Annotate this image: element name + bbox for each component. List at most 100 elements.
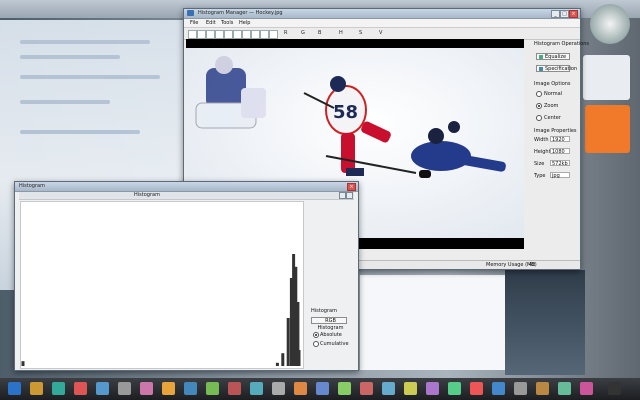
app-icon-18[interactable]	[426, 382, 439, 395]
main-title-bar[interactable]: Histogram Manager — Hockey.jpg _ □ ×	[184, 9, 580, 19]
app-icon-4[interactable]	[118, 382, 131, 395]
image-properties-heading: Image Properties	[534, 128, 577, 134]
maximize-button[interactable]: □	[560, 10, 569, 18]
histogram-bar	[286, 318, 290, 366]
rotate-icon[interactable]	[251, 30, 260, 39]
memory-usage-value: 42	[529, 262, 536, 268]
app-icon-16[interactable]	[382, 382, 395, 395]
channel-b-button[interactable]: B	[318, 30, 321, 36]
app-icon	[187, 10, 194, 16]
rgb-histogram-button[interactable]: RGB Histogram	[311, 317, 347, 331]
type-field: jpg	[550, 172, 570, 179]
explorer-icon[interactable]	[30, 382, 43, 395]
app-icon-12[interactable]	[294, 382, 307, 395]
minimize-button[interactable]: _	[551, 10, 560, 18]
app-icon-9[interactable]	[228, 382, 241, 395]
start-icon[interactable]	[8, 382, 21, 395]
channel-h-button[interactable]: H	[339, 30, 343, 36]
app-icon-10[interactable]	[250, 382, 263, 395]
histogram-window: Histogram × Histogram Histogram RGB Hist…	[14, 181, 359, 371]
width-field: 1920	[550, 136, 570, 143]
taskbar	[0, 378, 640, 400]
app-icon-1[interactable]	[52, 382, 65, 395]
app-icon-2[interactable]	[74, 382, 87, 395]
background-white-panel	[360, 275, 505, 370]
histogram-bar	[21, 361, 25, 366]
cumulative-label: Cumulative	[320, 341, 349, 347]
menu-edit[interactable]: Edit	[206, 20, 216, 26]
type-label: Type	[534, 173, 546, 179]
menu-help[interactable]: Help	[239, 20, 250, 26]
app-icon-24[interactable]	[558, 382, 571, 395]
specification-icon	[539, 67, 543, 71]
open-icon[interactable]	[188, 30, 197, 39]
height-label: Height	[534, 149, 551, 155]
print-icon[interactable]	[206, 30, 215, 39]
grayscale-icon[interactable]	[242, 30, 251, 39]
app-icon-3[interactable]	[96, 382, 109, 395]
histogram-close-button[interactable]: ×	[347, 183, 356, 191]
app-icon-8[interactable]	[206, 382, 219, 395]
channel-r-button[interactable]: R	[284, 30, 287, 36]
panel-close-button[interactable]	[346, 192, 353, 199]
histogram-operations-heading: Histogram Operations	[534, 41, 590, 47]
weather-gadget	[583, 55, 630, 100]
equalize-button[interactable]: Equalize	[536, 53, 570, 60]
absolute-radio[interactable]	[313, 332, 319, 338]
menu-tools[interactable]: Tools	[221, 20, 233, 26]
flip-icon[interactable]	[260, 30, 269, 39]
invert-icon[interactable]	[269, 30, 278, 39]
system-tray-icon[interactable]	[608, 382, 621, 395]
app-icon-6[interactable]	[162, 382, 175, 395]
paste-icon[interactable]	[224, 30, 233, 39]
histogram-title-bar[interactable]: Histogram ×	[15, 182, 358, 192]
app-icon-17[interactable]	[404, 382, 417, 395]
zoom-label: Zoom	[544, 103, 559, 109]
undo-icon[interactable]	[233, 30, 242, 39]
background-dark-panel	[505, 270, 585, 375]
histogram-group-label: Histogram	[311, 308, 337, 314]
app-icon-22[interactable]	[514, 382, 527, 395]
menu-file[interactable]: File	[190, 20, 198, 26]
histogram-window-title: Histogram	[19, 183, 45, 189]
zoom-radio[interactable]	[536, 103, 542, 109]
app-icon-7[interactable]	[184, 382, 197, 395]
operations-panel: Histogram Operations Equalize Specificat…	[528, 39, 589, 254]
clock-gadget	[590, 4, 630, 44]
menu-bar: File Edit Tools Help	[184, 19, 580, 28]
image-options-heading: Image Options	[534, 81, 571, 87]
copy-icon[interactable]	[215, 30, 224, 39]
channel-g-button[interactable]: G	[301, 30, 305, 36]
app-icon-23[interactable]	[536, 382, 549, 395]
app-icon-20[interactable]	[470, 382, 483, 395]
height-field: 1080	[550, 148, 570, 155]
channel-s-button[interactable]: S	[359, 30, 362, 36]
histogram-bar	[275, 362, 279, 366]
center-label: Center	[544, 115, 561, 121]
calendar-gadget	[585, 105, 630, 153]
panel-float-button[interactable]	[339, 192, 346, 199]
app-icon-5[interactable]	[140, 382, 153, 395]
app-icon-21[interactable]	[492, 382, 505, 395]
app-icon-25[interactable]	[580, 382, 593, 395]
app-icon-19[interactable]	[448, 382, 461, 395]
center-radio[interactable]	[536, 115, 542, 121]
histogram-panel-header: Histogram	[19, 192, 354, 200]
normal-label: Normal	[544, 91, 563, 97]
app-icon-15[interactable]	[360, 382, 373, 395]
histogram-bar	[281, 353, 285, 366]
absolute-label: Absolute	[320, 332, 342, 338]
equalize-icon	[539, 55, 543, 59]
close-button[interactable]: ×	[569, 10, 578, 18]
specification-button[interactable]: Specification	[536, 65, 577, 72]
app-icon-11[interactable]	[272, 382, 285, 395]
channel-v-button[interactable]: V	[379, 30, 382, 36]
histogram-plot	[20, 201, 304, 369]
app-icon-14[interactable]	[338, 382, 351, 395]
normal-radio[interactable]	[536, 91, 542, 97]
size-label: Size	[534, 161, 545, 167]
histogram-panel-title: Histogram	[134, 192, 160, 198]
app-icon-13[interactable]	[316, 382, 329, 395]
save-icon[interactable]	[197, 30, 206, 39]
cumulative-radio[interactable]	[313, 341, 319, 347]
